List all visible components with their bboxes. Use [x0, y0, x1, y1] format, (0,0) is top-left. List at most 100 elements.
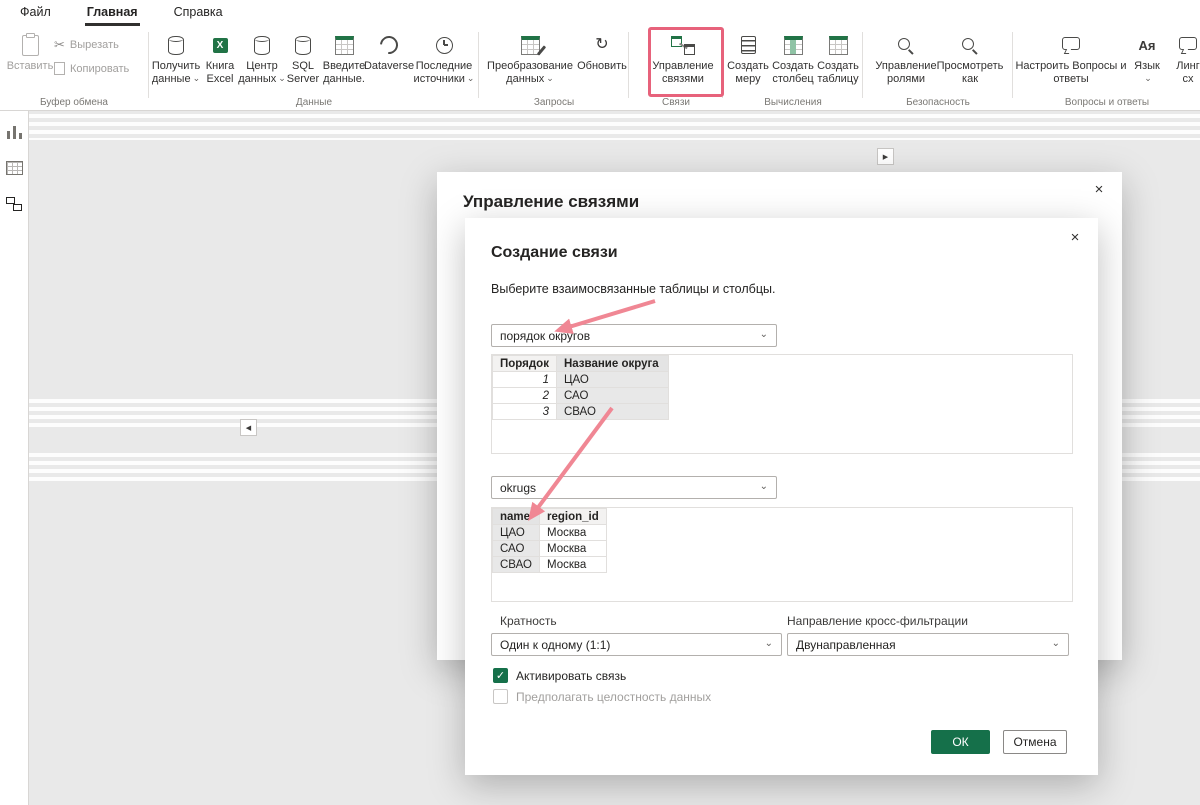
calculator-icon	[740, 36, 756, 54]
table-row: СВАО Москва	[492, 556, 607, 573]
language-icon: Aя	[1138, 37, 1156, 53]
close-icon: ×	[1094, 180, 1104, 198]
speech-bubble-icon	[1062, 36, 1080, 50]
dialog-title: Управление связями	[463, 192, 640, 211]
dialog-title: Создание связи	[491, 244, 618, 261]
column-header-selected[interactable]: Название округа	[555, 355, 669, 372]
table-select-dropdown-2[interactable]: okrugs ⌄	[491, 476, 777, 499]
group-label-security: Безопасность	[906, 97, 970, 108]
cross-filter-dropdown[interactable]: Двунаправленная ⌄	[787, 633, 1069, 656]
model-view-icon	[6, 197, 22, 211]
group-label-calculations: Вычисления	[764, 97, 822, 108]
copy-button[interactable]: Копировать	[54, 59, 129, 75]
new-measure-button[interactable]: Создать меру	[726, 32, 770, 86]
transform-data-button[interactable]: Преобразование данных ⌄	[484, 32, 576, 86]
table-header-row: name region_id	[492, 508, 607, 525]
model-view-button[interactable]	[0, 189, 28, 219]
chevron-down-icon: ⌄	[759, 481, 768, 492]
get-data-button[interactable]: Получить данные ⌄	[152, 32, 200, 86]
data-view-icon	[5, 161, 23, 175]
table-row: САО Москва	[492, 540, 607, 557]
data-view-button[interactable]	[0, 153, 28, 183]
cut-button[interactable]: ✂ Вырезать	[54, 38, 119, 51]
expand-right-icon: ▶	[882, 153, 889, 161]
group-separator	[722, 32, 723, 98]
group-label-clipboard: Буфер обмена	[40, 97, 108, 108]
refresh-button[interactable]: ↻ Обновить	[577, 32, 627, 73]
expand-pane-handle[interactable]: ▶	[877, 148, 894, 165]
chevron-down-icon: ⌄	[192, 73, 201, 83]
menu-file[interactable]: Файл	[18, 0, 53, 26]
table-row: 2 САО	[492, 387, 669, 404]
close-button[interactable]: ×	[1064, 226, 1086, 248]
activate-relationship-checkbox[interactable]: ✓ Активировать связь	[493, 668, 626, 683]
magnifier-icon	[962, 38, 974, 50]
group-separator	[1012, 32, 1013, 98]
magnifier-person-icon	[898, 38, 910, 50]
chevron-down-icon: ⌄	[764, 638, 773, 649]
chevron-down-icon: ⌄	[759, 329, 768, 340]
ribbon: Вставить ✂ Вырезать Копировать Буфер обм…	[0, 26, 1200, 111]
database-icon	[254, 35, 270, 55]
recent-sources-button[interactable]: Последние источники ⌄	[412, 32, 476, 86]
table-pencil-icon	[520, 35, 540, 55]
copy-icon	[54, 59, 69, 75]
table-select-dropdown-1[interactable]: порядок округов ⌄	[491, 324, 777, 347]
ok-button[interactable]: ОК	[931, 730, 990, 754]
speech-bubble-icon	[1179, 36, 1197, 50]
dialog-subtitle: Выберите взаимосвязанные таблицы и столб…	[491, 282, 776, 296]
collapsed-table-rows	[29, 114, 1200, 140]
cardinality-dropdown[interactable]: Один к одному (1:1) ⌄	[491, 633, 782, 656]
cancel-button[interactable]: Отмена	[1003, 730, 1067, 754]
language-button[interactable]: Aя Язык ⌄	[1130, 32, 1164, 86]
relationships-icon	[671, 35, 695, 55]
group-separator	[478, 32, 479, 98]
clock-icon	[435, 36, 453, 54]
manage-relationships-button[interactable]: Управление связями	[650, 32, 716, 86]
column-header[interactable]: region_id	[539, 508, 607, 525]
linguistic-schema-button[interactable]: Линг сх	[1166, 32, 1200, 86]
table-row: 1 ЦАО	[492, 371, 669, 388]
chevron-down-icon: ⌄	[466, 73, 475, 83]
chevron-down-icon: ⌄	[1051, 638, 1060, 649]
cross-filter-label: Направление кросс-фильтрации	[787, 614, 968, 628]
group-label-qa: Вопросы и ответы	[1064, 97, 1150, 108]
group-separator	[628, 32, 629, 98]
close-icon: ×	[1070, 228, 1080, 246]
collapse-pane-handle[interactable]: ◀	[240, 419, 257, 436]
checkbox-checked-icon: ✓	[493, 668, 508, 683]
refresh-icon: ↻	[595, 36, 609, 53]
close-button[interactable]: ×	[1088, 178, 1110, 200]
group-label-queries: Запросы	[533, 97, 575, 108]
table-preview-2: name region_id ЦАО Москва САО Москва СВА…	[491, 507, 1073, 602]
new-column-button[interactable]: Создать столбец	[770, 32, 816, 86]
excel-workbook-button[interactable]: X Книга Excel	[200, 32, 240, 86]
table-preview-1: Порядок Название округа 1 ЦАО 2 САО 3 СВ…	[491, 354, 1073, 454]
powerbi-window: Файл Главная Справка Вставить ✂ Вырезать…	[0, 0, 1200, 805]
new-table-button[interactable]: Создать таблицу	[816, 32, 860, 86]
report-view-icon	[6, 125, 22, 139]
sql-server-button[interactable]: SQL Server	[284, 32, 322, 86]
report-view-button[interactable]	[0, 117, 28, 147]
dataverse-icon	[376, 32, 402, 58]
menu-help[interactable]: Справка	[172, 0, 225, 26]
clipboard-icon	[21, 32, 39, 56]
paste-button[interactable]: Вставить	[7, 32, 53, 73]
collapse-left-icon: ◀	[245, 424, 252, 432]
view-as-button[interactable]: Просмотреть как	[937, 32, 1003, 86]
data-hub-button[interactable]: Центр данных ⌄	[238, 32, 286, 86]
group-separator	[148, 32, 149, 98]
table-icon	[828, 35, 848, 55]
column-header[interactable]: Порядок	[492, 355, 557, 372]
scissors-icon: ✂	[54, 37, 65, 52]
database-icon	[168, 35, 184, 55]
group-label-data: Данные	[295, 97, 333, 108]
checkbox-unchecked-icon	[493, 689, 508, 704]
dataverse-button[interactable]: Dataverse	[364, 32, 414, 73]
manage-roles-button[interactable]: Управление ролями	[874, 32, 938, 86]
column-header-selected[interactable]: name	[492, 508, 540, 525]
setup-qa-button[interactable]: Настроить Вопросы и ответы	[1015, 32, 1127, 86]
menu-home[interactable]: Главная	[84, 0, 140, 26]
enter-data-button[interactable]: Введите данные.	[322, 32, 366, 86]
referential-integrity-checkbox[interactable]: Предполагать целостность данных	[493, 689, 711, 704]
